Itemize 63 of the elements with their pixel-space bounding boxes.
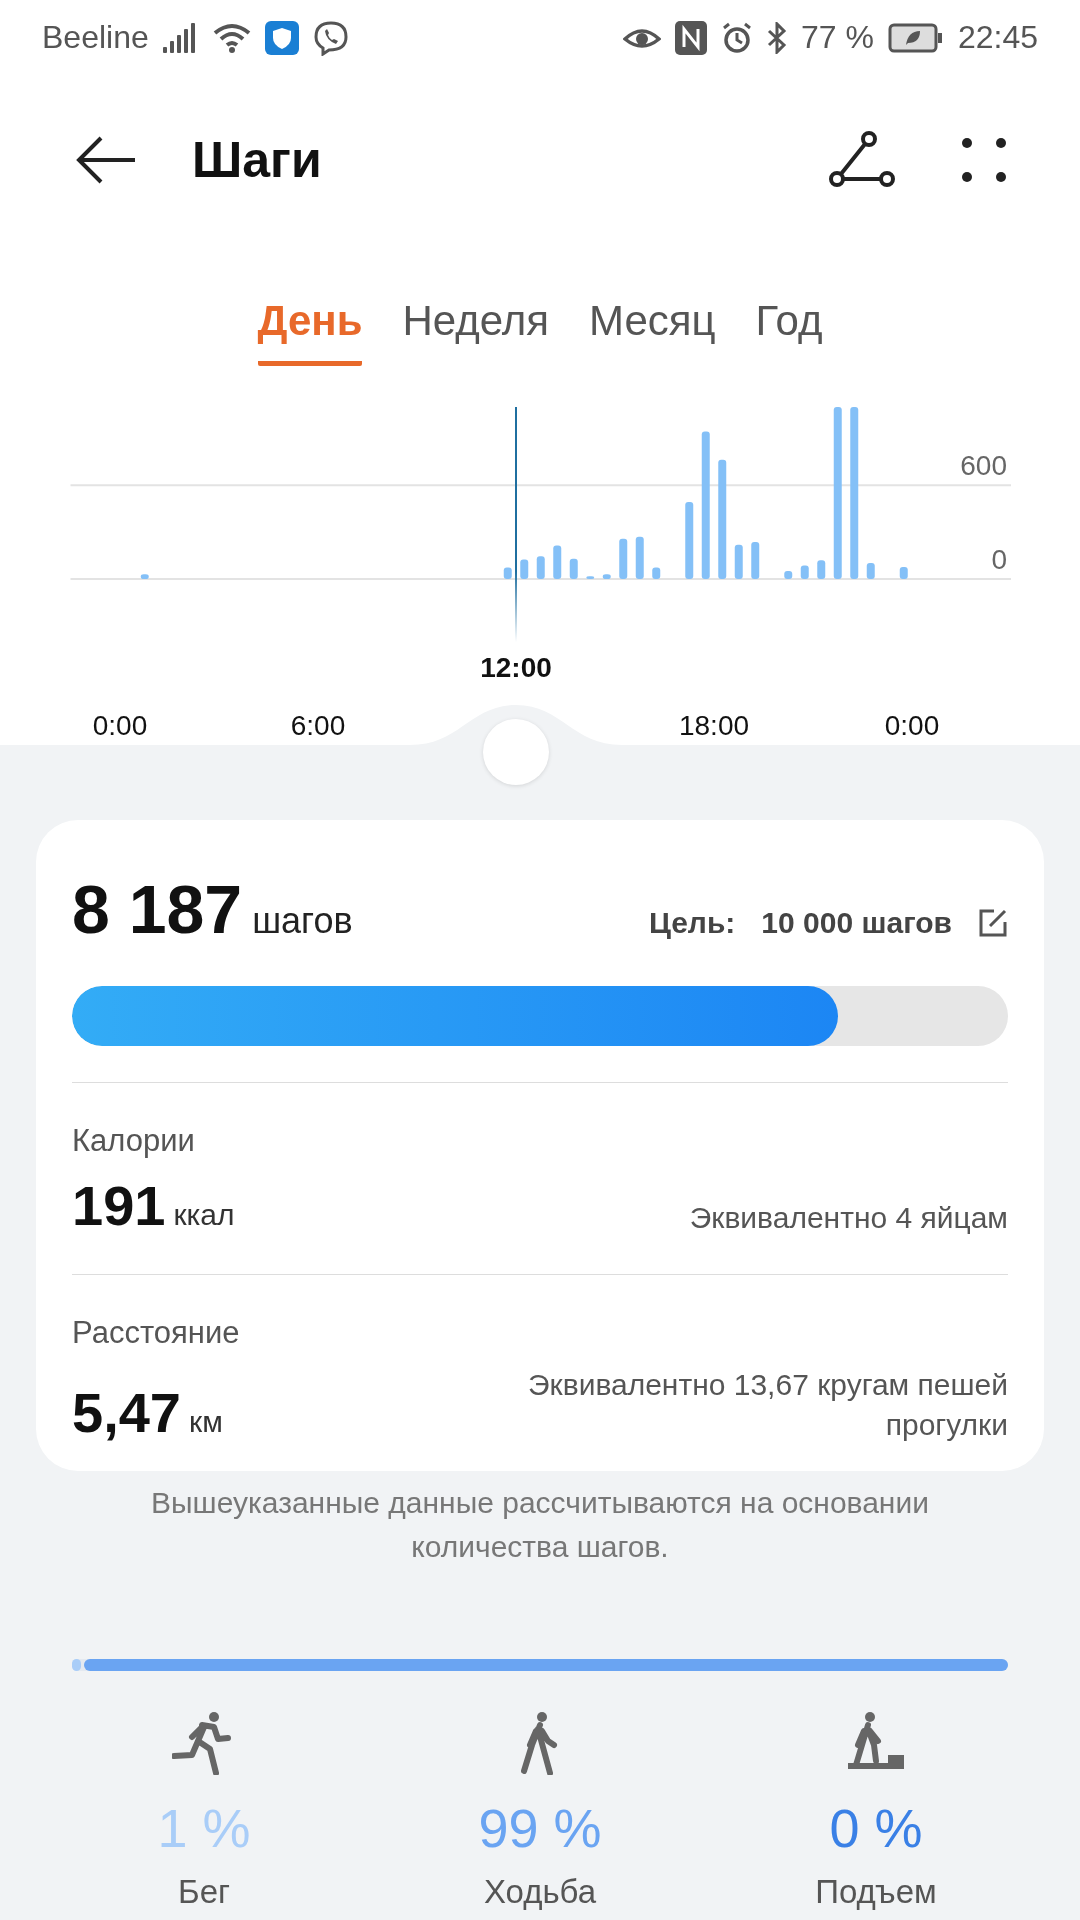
carrier-name: Beeline bbox=[42, 19, 149, 56]
period-tab[interactable]: Неделя bbox=[402, 297, 549, 366]
footnote: Вышеуказанные данные рассчитываются на основании количества шагов. bbox=[150, 1485, 930, 1565]
axis-label: 600 bbox=[960, 450, 1007, 482]
battery-icon bbox=[887, 22, 944, 53]
bar bbox=[866, 562, 875, 579]
period-tab[interactable]: Месяц bbox=[589, 297, 716, 366]
activity-label: Ходьба bbox=[483, 1873, 597, 1911]
bar bbox=[619, 538, 628, 579]
activity-label: Бег bbox=[177, 1873, 230, 1911]
metric-label: Расстояние bbox=[72, 1315, 241, 1351]
bar bbox=[784, 571, 793, 579]
activity-percent: 99 % bbox=[478, 1797, 602, 1859]
step-count: 8 187 bbox=[72, 871, 243, 947]
alarm-icon bbox=[721, 21, 753, 54]
metric-unit: км bbox=[189, 1405, 223, 1438]
bar bbox=[586, 576, 595, 579]
metric-equivalent: Эквивалентно 4 яйцам bbox=[689, 1200, 1008, 1236]
period-tab[interactable]: Год bbox=[755, 297, 823, 366]
metric-unit: ккал bbox=[173, 1198, 235, 1231]
goal-label: Цель: bbox=[648, 906, 736, 940]
bar bbox=[817, 560, 826, 579]
wifi-icon bbox=[212, 22, 251, 53]
time-slider-handle[interactable] bbox=[483, 719, 549, 785]
bar bbox=[652, 567, 661, 579]
share-icon bbox=[829, 131, 895, 189]
edit-icon[interactable] bbox=[978, 908, 1008, 938]
axis-label: 0:00 bbox=[92, 710, 148, 741]
bar bbox=[635, 536, 644, 579]
activity-percent: 0 % bbox=[829, 1797, 923, 1859]
bar bbox=[899, 566, 908, 579]
metric-equivalent: Эквивалентно 13,67 кругам пешей прогулки bbox=[527, 1367, 1008, 1443]
battery-percent: 77 % bbox=[801, 19, 874, 56]
page-title: Шаги bbox=[192, 131, 322, 189]
metric-label: Калории bbox=[72, 1123, 196, 1159]
bar bbox=[734, 544, 743, 579]
bar bbox=[140, 574, 149, 579]
axis-label: 6:00 bbox=[290, 710, 346, 741]
shield-app-icon bbox=[264, 20, 299, 55]
bar bbox=[751, 542, 760, 579]
axis-label: 18:00 bbox=[678, 710, 750, 741]
more-icon bbox=[962, 138, 1006, 182]
bar bbox=[520, 559, 529, 579]
activity-percent: 1 % bbox=[157, 1797, 251, 1859]
back-arrow-icon bbox=[75, 135, 137, 185]
bar bbox=[553, 545, 562, 579]
axis-label: 0:00 bbox=[884, 710, 940, 741]
phone-chat-icon bbox=[312, 19, 349, 56]
bar bbox=[536, 556, 545, 579]
axis-label: 0 bbox=[991, 544, 1007, 575]
selected-time: 12:00 bbox=[479, 652, 553, 684]
clock-time: 22:45 bbox=[957, 19, 1038, 56]
bar bbox=[800, 565, 809, 579]
step-unit: шагов bbox=[252, 900, 353, 941]
goal-value: 10 000 шагов bbox=[761, 906, 952, 940]
bar bbox=[569, 558, 578, 579]
nfc-icon bbox=[675, 20, 707, 55]
bar bbox=[503, 567, 512, 579]
activity-label: Подъем bbox=[815, 1873, 937, 1911]
metric-value: 191 bbox=[72, 1174, 166, 1237]
bar bbox=[602, 574, 611, 579]
metric-value: 5,47 bbox=[72, 1381, 181, 1444]
bluetooth-icon bbox=[767, 21, 787, 54]
